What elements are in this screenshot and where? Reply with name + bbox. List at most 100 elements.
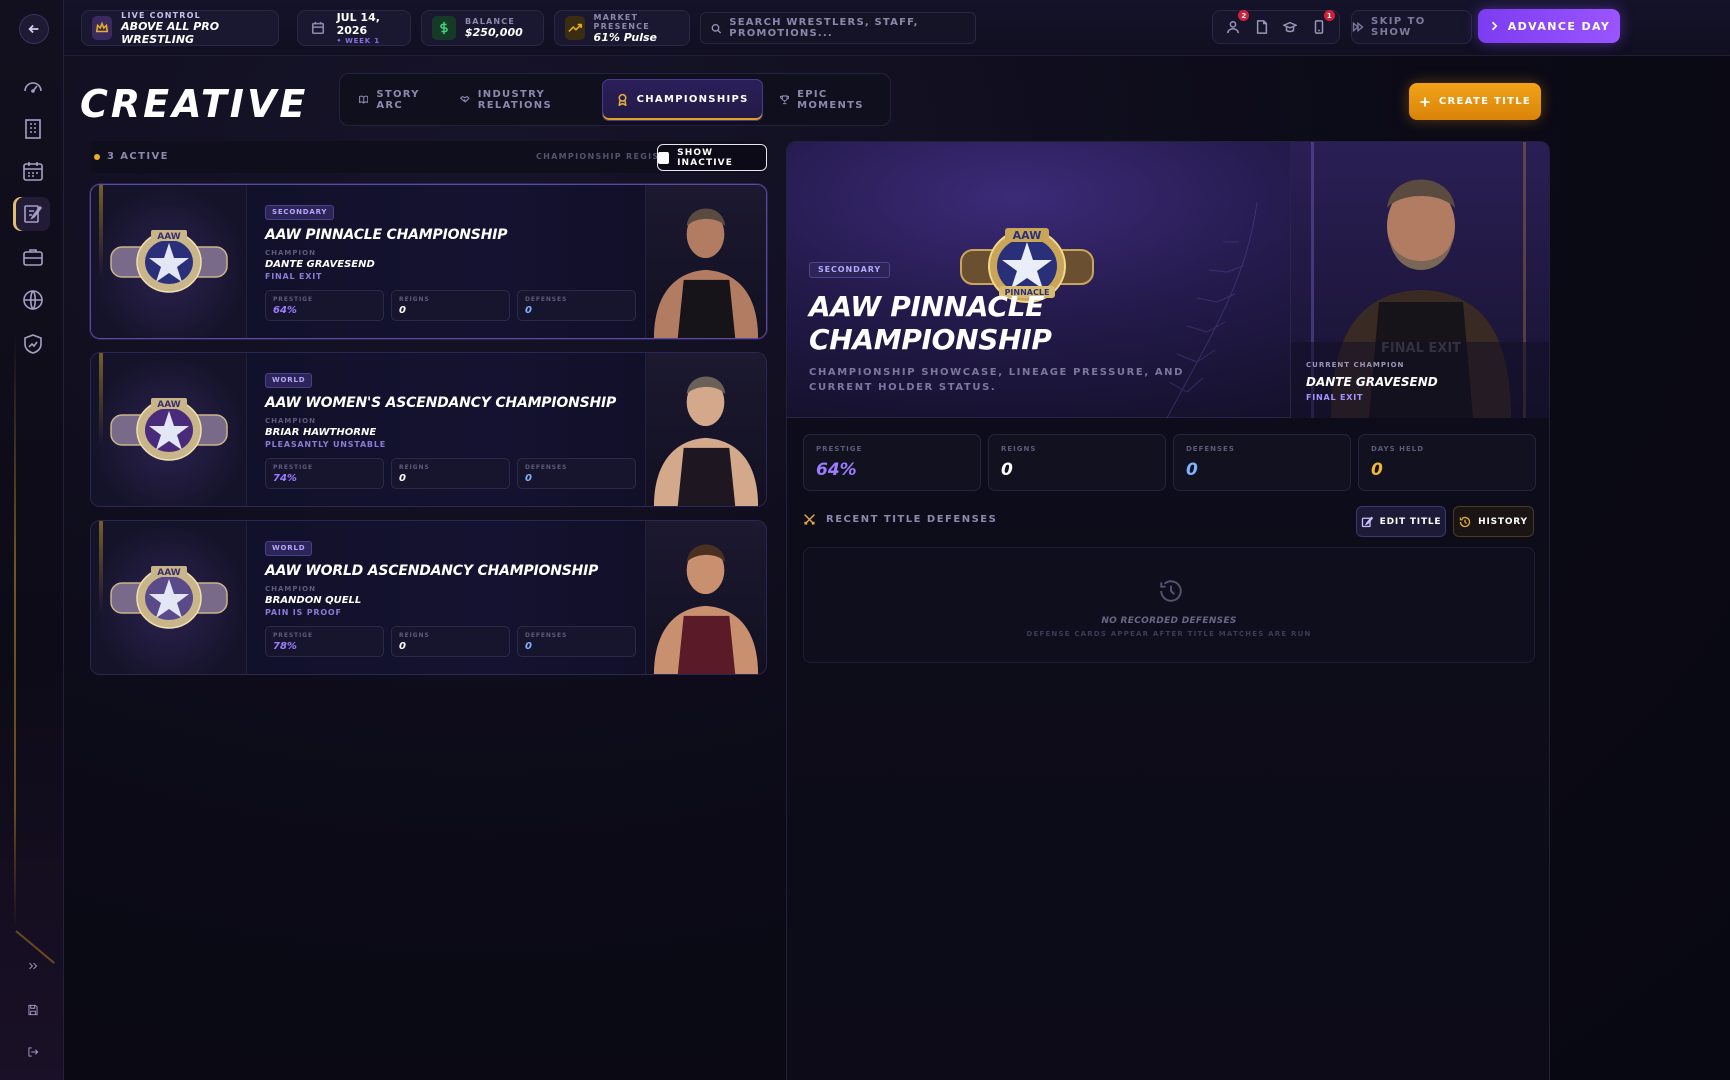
inbox-button[interactable]: 1 [1308, 10, 1335, 38]
side-rail [0, 0, 64, 1080]
user-icon [1227, 21, 1240, 34]
tier-badge: SECONDARY [265, 205, 335, 220]
svg-text:AAW: AAW [157, 568, 181, 578]
balance-display: BALANCE $250,000 [421, 10, 544, 46]
empty-subtitle: DEFENSE CARDS APPEAR AFTER TITLE MATCHES… [1026, 630, 1312, 638]
tier-badge: WORLD [265, 541, 313, 556]
stat-label: REIGNS [399, 464, 430, 471]
tab-industry-relations[interactable]: INDUSTRY RELATIONS [447, 79, 597, 121]
defenses-stat: DEFENSES 0 [517, 290, 636, 321]
promotion-label: LIVE CONTROL [121, 10, 201, 20]
nav-dashboard[interactable] [16, 70, 50, 104]
chevron-right-icon [1491, 21, 1498, 31]
stat-label: PRESTIGE [816, 445, 863, 453]
documents-button[interactable] [1251, 16, 1273, 38]
plus-icon [1420, 97, 1430, 106]
nav-roster[interactable] [16, 112, 50, 146]
show-inactive-label: SHOW INACTIVE [677, 147, 733, 168]
title-card[interactable]: AAW WORLD AAW WOMEN'S ASCENDANCY CHAMPIO… [90, 352, 767, 507]
champion-name: BRANDON QUELL [265, 595, 362, 606]
back-button[interactable] [19, 14, 49, 44]
crown-icon [95, 21, 109, 33]
title-hero: AAW PINNACLE SECONDARY AAW PINNACLE CHAM… [787, 142, 1549, 418]
arrow-left-icon [28, 24, 39, 34]
title-card[interactable]: AAW SECONDARY AAW PINNACLE CHAMPIONSHIP … [90, 184, 767, 339]
belt-thumbnail: AAW [91, 185, 247, 338]
tab-label: CHAMPIONSHIPS [636, 94, 749, 105]
title-name: AAW WOMEN'S ASCENDANCY CHAMPIONSHIP [265, 395, 617, 411]
history-button[interactable]: HISTORY [1453, 506, 1534, 537]
champion-portrait [645, 353, 766, 506]
svg-text:AAW: AAW [1013, 229, 1042, 242]
nav-world[interactable] [16, 283, 50, 317]
skip-to-show-button[interactable]: SKIP TO SHOW [1351, 10, 1472, 44]
recent-defenses-title: RECENT TITLE DEFENSES [826, 514, 998, 525]
roster-badge: 2 [1238, 10, 1250, 21]
calendar-icon [23, 162, 43, 181]
tab-label: INDUSTRY RELATIONS [477, 88, 552, 111]
edit-title-button[interactable]: EDIT TITLE [1356, 506, 1446, 537]
champion-label: CHAMPION [265, 249, 316, 257]
advance-day-button[interactable]: ADVANCE DAY [1478, 9, 1620, 43]
create-title-button[interactable]: CREATE TITLE [1409, 83, 1541, 120]
promotion-switcher[interactable]: LIVE CONTROL ABOVE ALL PRO WRESTLING [81, 10, 279, 46]
stat-label: PRESTIGE [273, 464, 313, 471]
current-champion-name: DANTE GRAVESEND [1306, 375, 1438, 389]
champion-name: BRIAR HAWTHORNE [265, 427, 377, 438]
date-display[interactable]: JUL 14, 2026 • WEEK 1 [297, 10, 411, 46]
top-bar: LIVE CONTROL ABOVE ALL PRO WRESTLING JUL… [64, 0, 1730, 56]
championship-belt-image: AAW [110, 398, 228, 461]
champion-label: CHAMPION [265, 417, 316, 425]
market-label: MARKET PRESENCE [593, 12, 650, 31]
roster-button[interactable]: 2 [1222, 10, 1250, 38]
trophy-icon [779, 95, 790, 105]
stat-value: 0 [1001, 460, 1013, 480]
registry-bar: 3 ACTIVE CHAMPIONSHIP REGISTRY SHOW INAC… [90, 141, 767, 173]
stat-label: REIGNS [399, 632, 430, 639]
stat-value: 64% [816, 460, 857, 480]
trending-up-icon [565, 16, 585, 40]
balance-value: $250,000 [465, 26, 523, 39]
crossed-swords-icon [804, 514, 815, 525]
expand-rail-button[interactable] [18, 954, 48, 978]
logout-icon [28, 1047, 39, 1057]
tab-story-arc[interactable]: STORY ARC [346, 79, 443, 121]
exit-button[interactable] [18, 1040, 48, 1064]
stat-value: 0 [1371, 460, 1383, 480]
prestige-stat: PRESTIGE 74% [265, 458, 384, 489]
current-date: JUL 14, 2026 [336, 11, 380, 37]
balance-label: BALANCE [465, 17, 516, 26]
page-title: CREATIVE [80, 82, 309, 126]
save-game-button[interactable] [18, 998, 48, 1022]
prestige-stat: PRESTIGE 64% [265, 290, 384, 321]
checkbox[interactable] [658, 151, 670, 164]
reigns-stat: REIGNS 0 [391, 458, 510, 489]
title-name: AAW WORLD ASCENDANCY CHAMPIONSHIP [265, 563, 599, 579]
creative-tabs: STORY ARC INDUSTRY RELATIONS CHAMPIONSHI… [339, 73, 891, 126]
edit-title-label: EDIT TITLE [1379, 516, 1442, 527]
graduation-cap-icon [1283, 21, 1298, 33]
pen-paper-icon [24, 205, 43, 223]
card-accent-stripe [99, 521, 103, 674]
tab-epic-moments[interactable]: EPIC MOMENTS [767, 79, 884, 121]
search-input[interactable]: SEARCH WRESTLERS, STAFF, PROMOTIONS... [729, 17, 965, 39]
calendar-icon [308, 16, 328, 40]
nav-creative[interactable] [16, 197, 50, 231]
tab-championships[interactable]: CHAMPIONSHIPS [601, 78, 763, 121]
market-presence-display: MARKET PRESENCE 61% Pulse [554, 10, 690, 46]
nav-calendar[interactable] [16, 154, 50, 188]
active-count: 3 ACTIVE [107, 151, 169, 162]
champion-gimmick: PLEASANTLY UNSTABLE [265, 440, 386, 449]
tier-badge: WORLD [265, 373, 313, 388]
title-card[interactable]: AAW WORLD AAW WORLD ASCENDANCY CHAMPIONS… [90, 520, 767, 675]
nav-business[interactable] [16, 240, 50, 274]
show-inactive-toggle[interactable]: SHOW INACTIVE [657, 144, 767, 171]
current-champion-gimmick: FINAL EXIT [1306, 393, 1364, 402]
current-champion-card[interactable]: FINAL EXIT CURRENT CHAMPION DANTE GRAVES… [1290, 142, 1549, 418]
training-button[interactable] [1279, 16, 1301, 38]
global-search[interactable]: SEARCH WRESTLERS, STAFF, PROMOTIONS... [700, 12, 976, 44]
nav-growth[interactable] [16, 327, 50, 361]
tab-label: EPIC MOMENTS [797, 88, 864, 111]
champion-label: CHAMPION [265, 585, 316, 593]
card-accent-stripe [99, 185, 103, 338]
